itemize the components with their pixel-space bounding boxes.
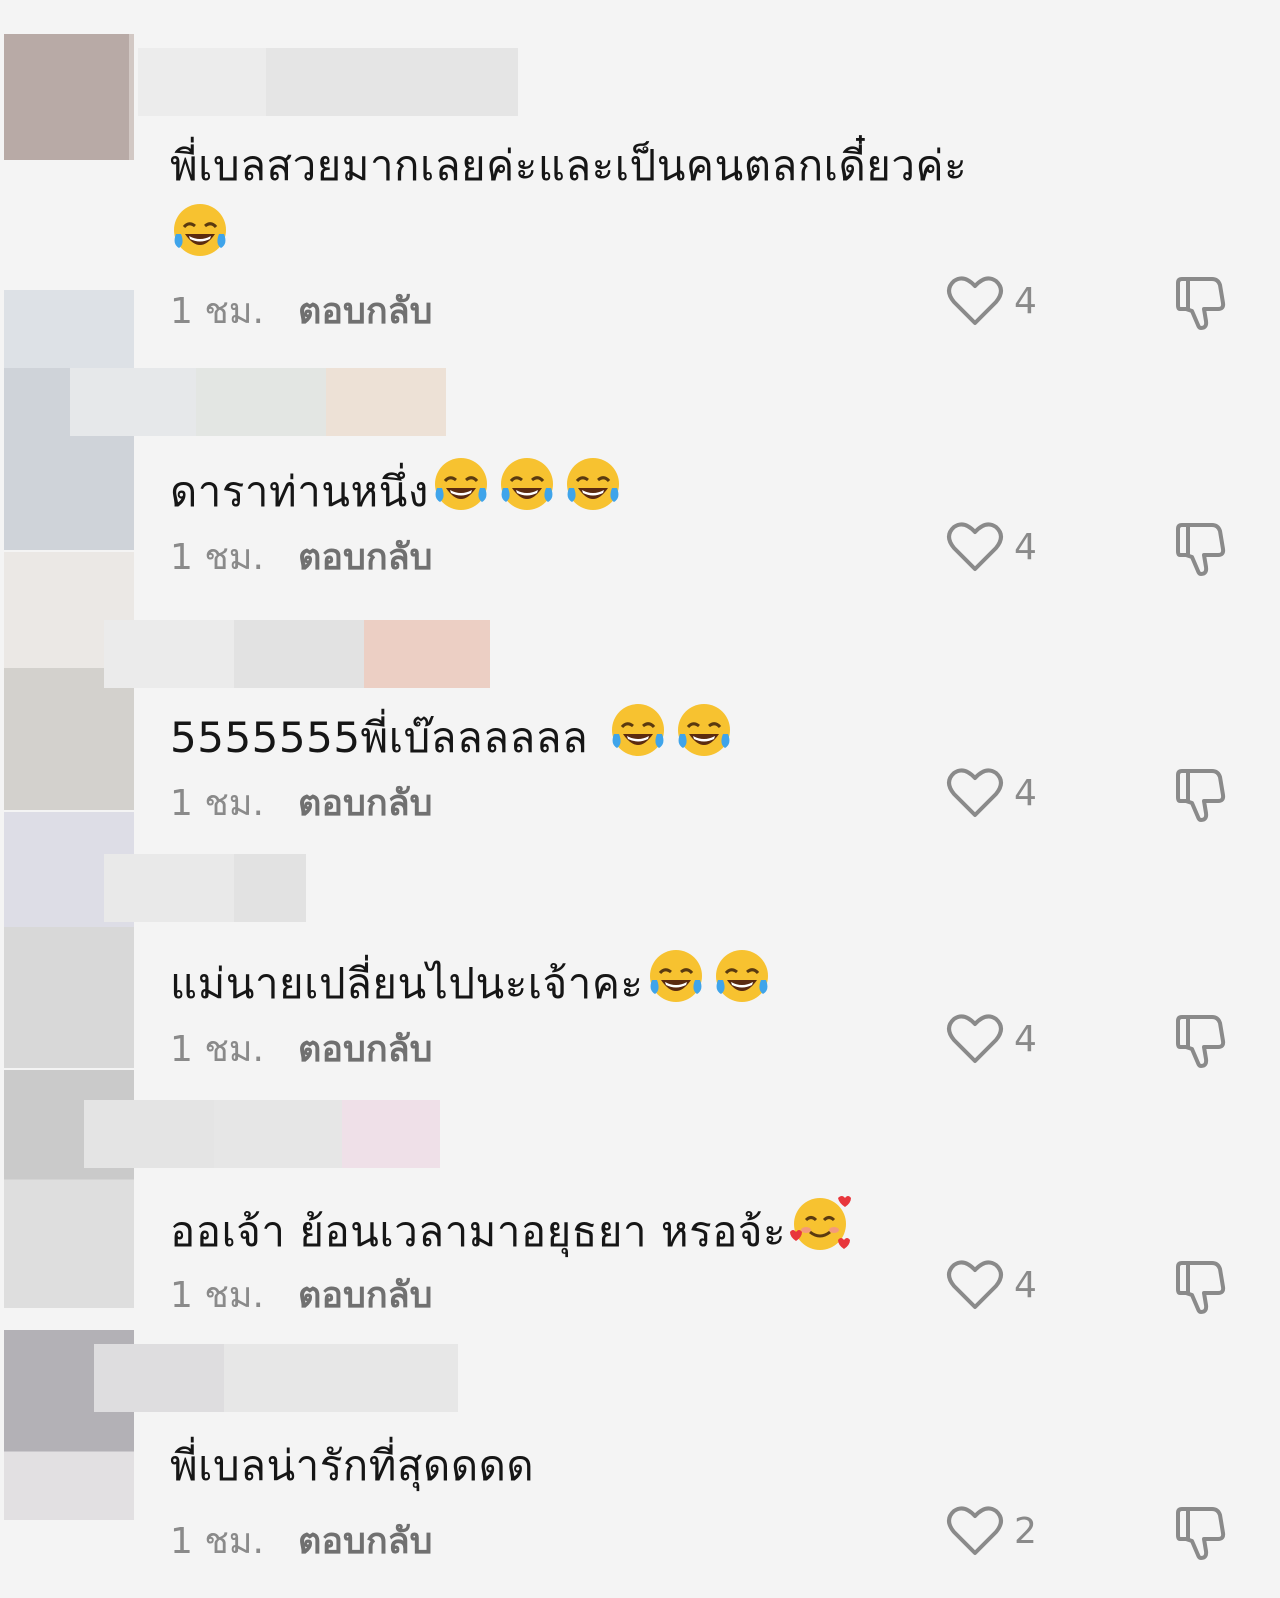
reply-button[interactable]: ตอบกลับ	[298, 1512, 433, 1569]
like-count: 4	[1014, 280, 1037, 322]
heart-outline-icon	[947, 1014, 1003, 1063]
like-button[interactable]: 4	[946, 275, 1037, 327]
comment-text: พี่เบลสวยมากเลยค่ะและเป็นคนตลกเดี๋ยวค่ะ	[170, 138, 1050, 274]
like-button[interactable]: 2	[946, 1505, 1037, 1557]
comment-meta: 1 ชม. ตอบกลับ	[170, 1020, 433, 1077]
thumbs-down-icon	[1176, 1507, 1226, 1560]
face-with-tears-of-joy-icon	[170, 200, 230, 274]
timestamp: 1 ชม.	[170, 291, 264, 332]
username-redacted[interactable]	[138, 48, 518, 116]
dislike-button[interactable]	[1172, 1505, 1226, 1565]
dislike-button[interactable]	[1172, 521, 1226, 581]
timestamp: 1 ชม.	[170, 537, 264, 578]
reply-button[interactable]: ตอบกลับ	[298, 1266, 433, 1323]
face-with-tears-of-joy-icon	[608, 700, 668, 774]
like-count: 2	[1014, 1510, 1037, 1552]
dislike-button[interactable]	[1172, 1013, 1226, 1073]
comment-meta: 1 ชม. ตอบกลับ	[170, 774, 433, 831]
reply-button[interactable]: ตอบกลับ	[298, 282, 433, 339]
dislike-button[interactable]	[1172, 275, 1226, 335]
dislike-button[interactable]	[1172, 1259, 1226, 1319]
face-with-tears-of-joy-icon	[712, 946, 772, 1020]
avatar[interactable]	[4, 34, 134, 160]
username-redacted[interactable]	[104, 620, 490, 688]
reply-button[interactable]: ตอบกลับ	[298, 774, 433, 831]
comment-text: ออเจ้า ย้อนเวลามาอยุธยา หรอจ้ะ	[170, 1192, 852, 1268]
face-with-tears-of-joy-icon	[646, 946, 706, 1020]
like-button[interactable]: 4	[946, 767, 1037, 819]
reply-button[interactable]: ตอบกลับ	[298, 1020, 433, 1077]
timestamp: 1 ชม.	[170, 783, 264, 824]
comment-meta: 1 ชม. ตอบกลับ	[170, 1512, 433, 1569]
like-count: 4	[1014, 526, 1037, 568]
avatar[interactable]	[4, 812, 134, 1068]
dislike-button[interactable]	[1172, 767, 1226, 827]
comment-text: แม่นายเปลี่ยนไปนะเจ้าคะ	[170, 946, 772, 1020]
like-button[interactable]: 4	[946, 521, 1037, 573]
like-button[interactable]: 4	[946, 1013, 1037, 1065]
thumbs-down-icon	[1176, 523, 1226, 576]
heart-outline-icon	[947, 1260, 1003, 1309]
username-redacted[interactable]	[84, 1100, 440, 1168]
heart-outline-icon	[947, 1506, 1003, 1555]
like-count: 4	[1014, 1018, 1037, 1060]
thumbs-down-icon	[1176, 277, 1226, 330]
face-with-tears-of-joy-icon	[431, 454, 491, 528]
face-with-tears-of-joy-icon	[674, 700, 734, 774]
comment-text: พี่เบลน่ารักที่สุดดดด	[170, 1441, 535, 1490]
comment-text: 5555555พี่เบ๊ลลลลลล	[170, 700, 734, 774]
username-redacted[interactable]	[104, 854, 306, 922]
reply-button[interactable]: ตอบกลับ	[298, 528, 433, 585]
thumbs-down-icon	[1176, 1015, 1226, 1068]
heart-outline-icon	[947, 522, 1003, 571]
username-redacted[interactable]	[94, 1344, 458, 1412]
face-with-tears-of-joy-icon	[563, 454, 623, 528]
username-redacted[interactable]	[70, 368, 446, 436]
timestamp: 1 ชม.	[170, 1029, 264, 1070]
comment-text: ดาราท่านหนึ่ง	[170, 454, 623, 528]
like-count: 4	[1014, 1264, 1037, 1306]
comment-meta: 1 ชม. ตอบกลับ	[170, 1266, 433, 1323]
like-count: 4	[1014, 772, 1037, 814]
heart-outline-icon	[947, 768, 1003, 817]
comment-meta: 1 ชม. ตอบกลับ	[170, 282, 433, 339]
face-with-tears-of-joy-icon	[497, 454, 557, 528]
smiling-face-with-hearts-icon	[788, 1192, 852, 1268]
comment-meta: 1 ชม. ตอบกลับ	[170, 528, 433, 585]
timestamp: 1 ชม.	[170, 1521, 264, 1562]
like-button[interactable]: 4	[946, 1259, 1037, 1311]
thumbs-down-icon	[1176, 769, 1226, 822]
timestamp: 1 ชม.	[170, 1275, 264, 1316]
heart-outline-icon	[947, 276, 1003, 325]
thumbs-down-icon	[1176, 1261, 1226, 1314]
